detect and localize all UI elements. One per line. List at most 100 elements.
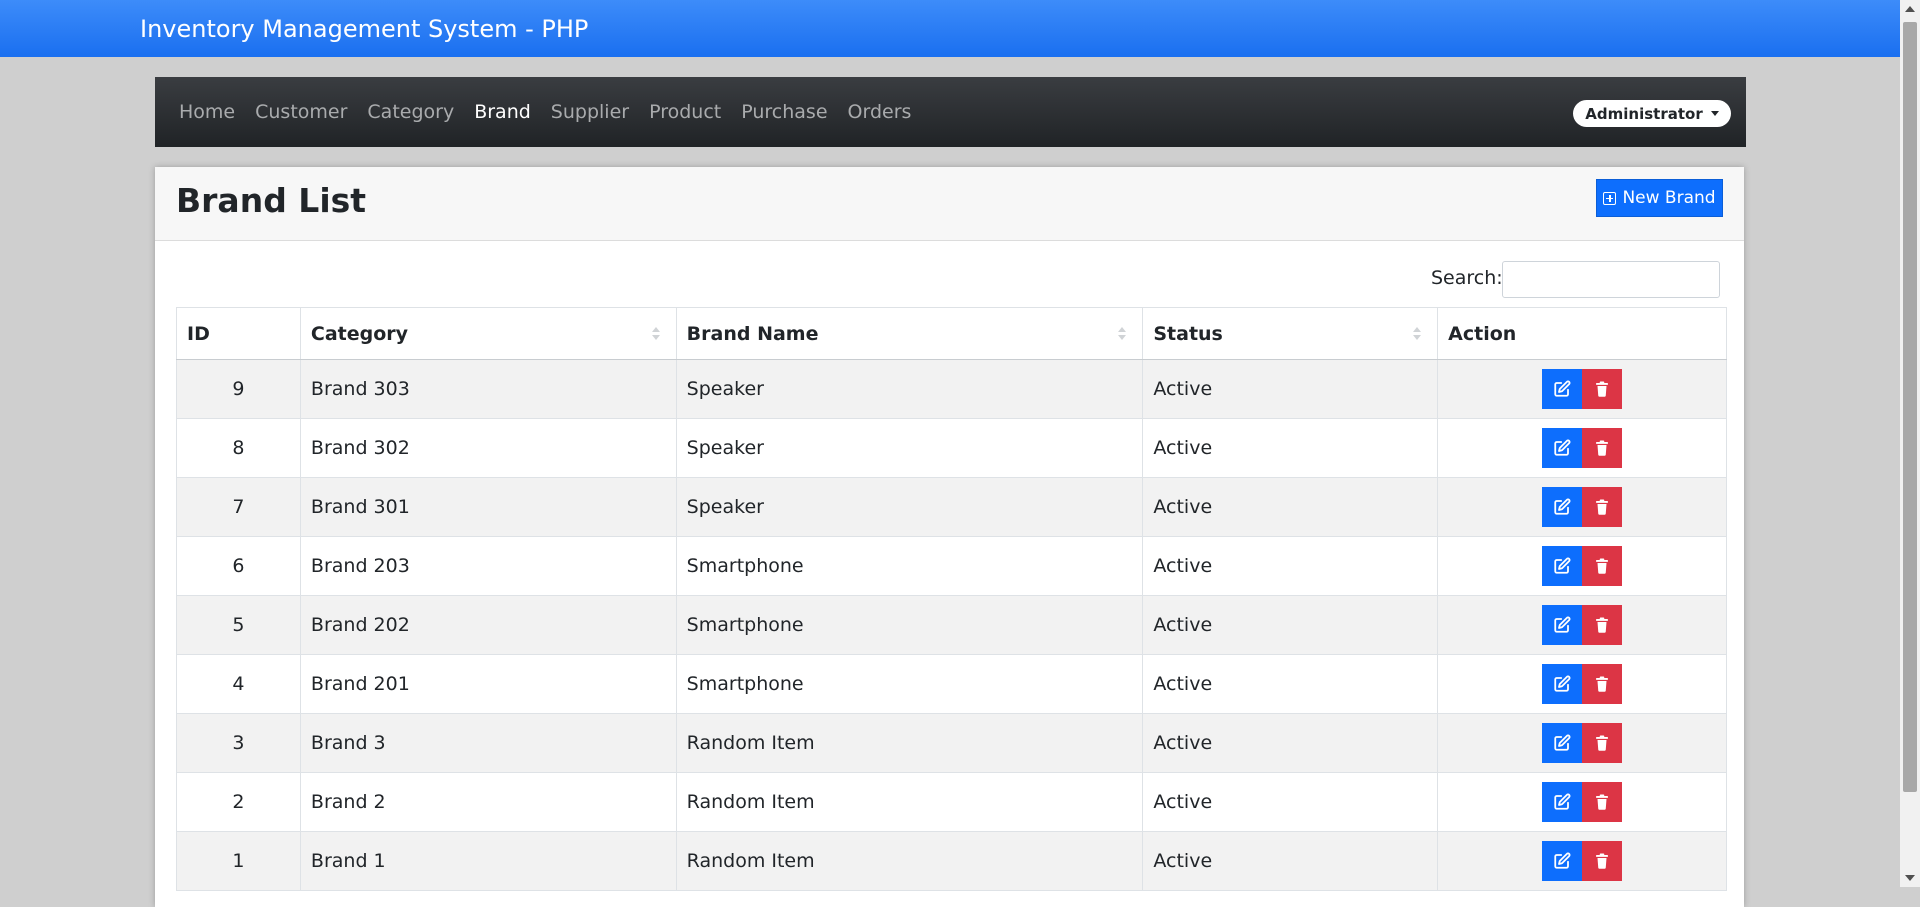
nav-item-customer[interactable]: Customer	[255, 101, 347, 123]
cell-action	[1437, 713, 1727, 773]
cell-brand-name: Speaker	[675, 418, 1144, 478]
table-row: 5 Brand 202 Smartphone Active	[176, 595, 1727, 655]
column-header-action: Action	[1437, 307, 1727, 360]
table-row: 7 Brand 301 Speaker Active	[176, 477, 1727, 537]
row-action-group	[1542, 546, 1623, 586]
column-header-id[interactable]: ID	[176, 307, 301, 360]
cell-category: Brand 201	[299, 654, 677, 714]
search-input[interactable]	[1502, 261, 1720, 298]
cell-status: Active	[1142, 595, 1439, 655]
trash-icon	[1593, 498, 1611, 516]
edit-button[interactable]	[1542, 369, 1583, 409]
cell-status: Active	[1142, 831, 1439, 891]
delete-button[interactable]	[1582, 428, 1623, 468]
cell-brand-name: Random Item	[675, 772, 1144, 832]
edit-button[interactable]	[1542, 664, 1583, 704]
delete-button[interactable]	[1582, 664, 1623, 704]
cell-action	[1437, 477, 1727, 537]
user-menu-button[interactable]: Administrator	[1573, 100, 1731, 127]
delete-button[interactable]	[1582, 841, 1623, 881]
brand-list-card: Brand List New Brand Search: ID Category…	[155, 167, 1744, 907]
cell-brand-name: Random Item	[675, 713, 1144, 773]
nav-item-orders[interactable]: Orders	[848, 101, 912, 123]
nav-item-supplier[interactable]: Supplier	[551, 101, 629, 123]
cell-status: Active	[1142, 536, 1439, 596]
app-title: Inventory Management System - PHP	[140, 15, 589, 43]
edit-button[interactable]	[1542, 546, 1583, 586]
trash-icon	[1593, 380, 1611, 398]
edit-icon	[1553, 675, 1571, 693]
edit-icon	[1553, 380, 1571, 398]
row-action-group	[1542, 782, 1623, 822]
cell-brand-name: Smartphone	[675, 536, 1144, 596]
plus-square-icon	[1603, 191, 1617, 205]
cell-action	[1437, 772, 1727, 832]
delete-button[interactable]	[1582, 782, 1623, 822]
edit-button[interactable]	[1542, 605, 1583, 645]
new-brand-label: New Brand	[1622, 188, 1716, 208]
edit-icon	[1553, 616, 1571, 634]
scrollbar-thumb[interactable]	[1903, 22, 1917, 792]
brand-table: ID Category Brand Name Status Action 9 Br…	[176, 307, 1727, 891]
column-header-status[interactable]: Status	[1142, 307, 1439, 360]
column-header-category[interactable]: Category	[299, 307, 677, 360]
cell-category: Brand 301	[299, 477, 677, 537]
trash-icon	[1593, 557, 1611, 575]
edit-icon	[1553, 557, 1571, 575]
nav-item-home[interactable]: Home	[179, 101, 235, 123]
cell-brand-name: Random Item	[675, 831, 1144, 891]
cell-id: 4	[176, 654, 301, 714]
cell-category: Brand 203	[299, 536, 677, 596]
main-navbar: Home Customer Category Brand Supplier Pr…	[155, 77, 1746, 147]
cell-brand-name: Smartphone	[675, 654, 1144, 714]
row-action-group	[1542, 723, 1623, 763]
edit-button[interactable]	[1542, 723, 1583, 763]
delete-button[interactable]	[1582, 546, 1623, 586]
cell-id: 9	[176, 359, 301, 419]
column-header-brand-name[interactable]: Brand Name	[675, 307, 1144, 360]
caret-down-icon	[1710, 111, 1719, 116]
cell-status: Active	[1142, 654, 1439, 714]
user-menu-label: Administrator	[1585, 104, 1703, 123]
scroll-down-icon[interactable]	[1905, 875, 1915, 881]
page-scrollbar[interactable]	[1900, 0, 1920, 887]
cell-brand-name: Smartphone	[675, 595, 1144, 655]
table-row: 1 Brand 1 Random Item Active	[176, 831, 1727, 891]
nav-item-category[interactable]: Category	[367, 101, 454, 123]
cell-action	[1437, 536, 1727, 596]
row-action-group	[1542, 841, 1623, 881]
row-action-group	[1542, 487, 1623, 527]
cell-category: Brand 3	[299, 713, 677, 773]
edit-icon	[1553, 439, 1571, 457]
cell-action	[1437, 831, 1727, 891]
cell-id: 5	[176, 595, 301, 655]
cell-id: 3	[176, 713, 301, 773]
edit-button[interactable]	[1542, 841, 1583, 881]
nav-item-purchase[interactable]: Purchase	[741, 101, 827, 123]
cell-id: 8	[176, 418, 301, 478]
nav-item-brand[interactable]: Brand	[474, 101, 531, 123]
nav-item-product[interactable]: Product	[649, 101, 721, 123]
nav-links: Home Customer Category Brand Supplier Pr…	[179, 77, 931, 147]
cell-category: Brand 1	[299, 831, 677, 891]
new-brand-button[interactable]: New Brand	[1596, 179, 1723, 217]
edit-button[interactable]	[1542, 782, 1583, 822]
cell-brand-name: Speaker	[675, 359, 1144, 419]
page-title: Brand List	[176, 181, 367, 220]
delete-button[interactable]	[1582, 487, 1623, 527]
sort-icon	[651, 325, 660, 343]
trash-icon	[1593, 734, 1611, 752]
cell-category: Brand 302	[299, 418, 677, 478]
row-action-group	[1542, 428, 1623, 468]
table-body: 9 Brand 303 Speaker Active 8 Brand 302 Speaker…	[176, 359, 1727, 891]
delete-button[interactable]	[1582, 369, 1623, 409]
delete-button[interactable]	[1582, 605, 1623, 645]
edit-button[interactable]	[1542, 428, 1583, 468]
edit-icon	[1553, 498, 1571, 516]
cell-status: Active	[1142, 477, 1439, 537]
delete-button[interactable]	[1582, 723, 1623, 763]
table-row: 9 Brand 303 Speaker Active	[176, 359, 1727, 419]
scroll-up-icon[interactable]	[1905, 6, 1915, 12]
sort-icon	[1413, 325, 1422, 343]
edit-button[interactable]	[1542, 487, 1583, 527]
